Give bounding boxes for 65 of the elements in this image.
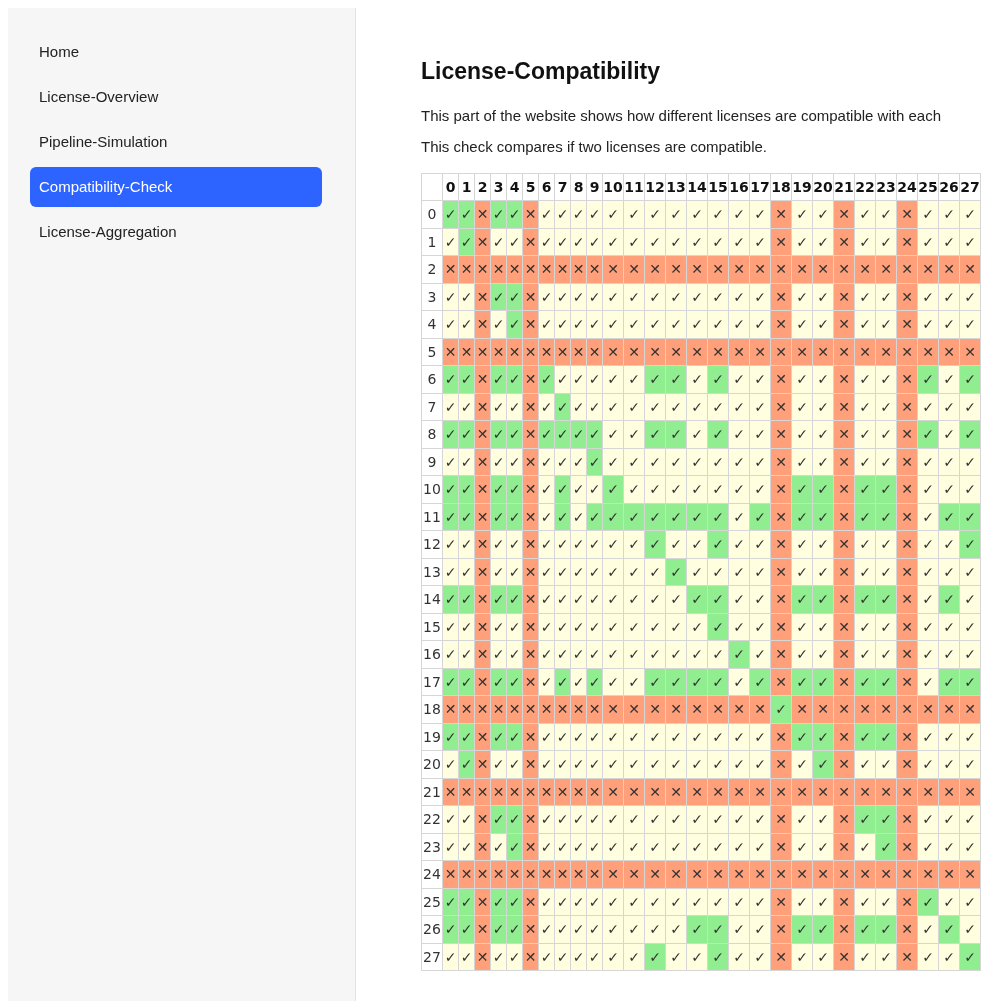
column-header: 25 [917,173,939,201]
column-header: 11 [623,173,645,201]
row-header: 21 [421,778,443,806]
row-header: 18 [421,695,443,723]
paragraph: This check compares if two licenses are compatible. [421,138,768,155]
row-header: 24 [421,860,443,888]
row-header: 11 [421,503,443,531]
nav-link[interactable]: License-Aggregation [30,212,322,252]
row-header: 15 [421,613,443,641]
row-header: 27 [421,943,443,971]
column-header: 26 [938,173,960,201]
row-header: 23 [421,833,443,861]
row-header: 22 [421,805,443,833]
column-header: 6 [538,173,555,201]
column-header: 0 [442,173,459,201]
row-header: 7 [421,393,443,421]
row-header: 20 [421,750,443,778]
column-header: 14 [686,173,708,201]
row-header: 9 [421,448,443,476]
row-header: 4 [421,310,443,338]
column-header: 15 [707,173,729,201]
row-header: 0 [421,200,443,228]
row-header: 16 [421,640,443,668]
nav-link[interactable]: Home [30,32,322,72]
row-header: 3 [421,283,443,311]
column-header: 1 [458,173,475,201]
paragraph: This part of the website shows how different licenses are compatible with each [421,107,942,124]
column-header: 13 [665,173,687,201]
column-header: 22 [854,173,876,201]
row-header: 12 [421,530,443,558]
column-header: 2 [474,173,491,201]
column-header: 27 [959,173,981,201]
row-header: 19 [421,723,443,751]
row-header: 1 [421,228,443,256]
row-header: 5 [421,338,443,366]
column-header: 18 [770,173,792,201]
row-header: 2 [421,255,443,283]
row-header: 10 [421,475,443,503]
column-header: 21 [833,173,855,201]
column-header: 8 [570,173,587,201]
nav-link[interactable]: Compatibility-Check [30,167,322,207]
column-header: 7 [554,173,571,201]
column-header: 3 [490,173,507,201]
row-header: 17 [421,668,443,696]
column-header: 9 [586,173,603,201]
row-header: 25 [421,888,443,916]
column-header: 4 [506,173,523,201]
nav-link[interactable]: License-Overview [30,77,322,117]
column-header: 12 [644,173,666,201]
row-header: 13 [421,558,443,586]
nav-link[interactable]: Pipeline-Simulation [30,122,322,162]
column-header: 16 [728,173,750,201]
column-header: 24 [896,173,918,201]
row-header: 26 [421,915,443,943]
page-title: License-Compatibility [421,58,661,85]
column-header: 20 [812,173,834,201]
table-corner-cell [421,173,443,201]
row-header: 8 [421,420,443,448]
column-header: 10 [602,173,624,201]
row-header: 6 [421,365,443,393]
column-header: 19 [791,173,813,201]
column-header: 17 [749,173,771,201]
column-header: 5 [522,173,539,201]
row-header: 14 [421,585,443,613]
column-header: 23 [875,173,897,201]
